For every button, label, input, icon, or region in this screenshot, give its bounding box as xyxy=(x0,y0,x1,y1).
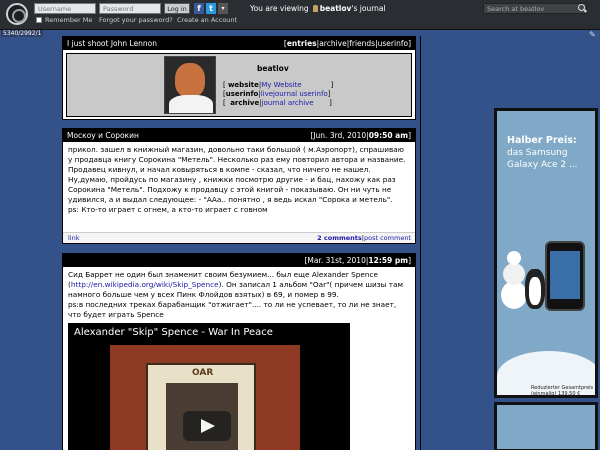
ad-price-note: Reduzierter Gesamtpreis (einmalig) 139,5… xyxy=(531,385,594,397)
journal-header-bar: I just shoot John Lennon [entries|archiv… xyxy=(63,37,415,50)
video-title[interactable]: Alexander "Skip" Spence - War In Peace xyxy=(74,327,273,338)
entry-date-text: [Mar. 31st, 2010| xyxy=(304,256,369,265)
viewing-notice: You are viewing beatlov's journal xyxy=(250,4,386,13)
entry-header: [Mar. 31st, 2010|12:59 pm] xyxy=(63,254,415,267)
nav-userinfo[interactable]: userinfo xyxy=(378,39,408,48)
entry-ps: ps:в последних треках барабанщик "отжига… xyxy=(68,300,397,319)
entry-time: 09:50 am xyxy=(368,131,409,140)
username-input[interactable]: Username xyxy=(34,3,96,14)
userpic xyxy=(164,56,216,114)
nav-friends[interactable]: friends xyxy=(349,39,375,48)
viewing-prefix: You are viewing xyxy=(250,4,309,13)
journal-name: beatlov xyxy=(257,64,289,73)
facebook-icon[interactable]: f xyxy=(194,3,204,14)
nav-archive[interactable]: archive xyxy=(319,39,347,48)
entry-footer: link 2 comments|post comment xyxy=(63,232,415,243)
comments-link[interactable]: 2 comments xyxy=(317,234,362,242)
post-comment-link[interactable]: post comment xyxy=(364,234,411,242)
ad-subline: das Samsung Galaxy Ace 2 ... xyxy=(507,148,578,170)
search-icon[interactable] xyxy=(578,4,585,11)
archive-row: [ archive|journal archive ] xyxy=(223,99,332,107)
userinfo-row: [userinfo|livejournal userinfo] xyxy=(223,90,331,98)
viewing-user-link[interactable]: beatlov xyxy=(320,4,352,13)
website-link[interactable]: My Website xyxy=(261,81,301,89)
forgot-password-link[interactable]: Forgot your password? xyxy=(99,16,173,24)
archive-link[interactable]: journal archive xyxy=(262,99,314,107)
userinfo-label: userinfo xyxy=(225,90,259,98)
entry-ps: ps: Кто-то играет с огнем, а кто-то игра… xyxy=(68,205,268,214)
nav-entries[interactable]: entries xyxy=(287,39,317,48)
entry-header: Москоу и Сорокин [Jun. 3rd, 2010|09:50 a… xyxy=(63,129,415,142)
entry-time: 12:59 pm xyxy=(368,256,409,265)
password-input[interactable]: Password xyxy=(99,3,161,14)
column-divider xyxy=(420,36,421,450)
userinfo-link[interactable]: livejournal userinfo xyxy=(261,90,328,98)
advertisement-banner[interactable]: Halber Preis: das Samsung Galaxy Ace 2 .… xyxy=(494,108,598,398)
archive-label: archive xyxy=(230,99,260,107)
journal-entry: Москоу и Сорокин [Jun. 3rd, 2010|09:50 a… xyxy=(62,128,416,244)
entry-text: прикол. зашел в книжный магазин, довольн… xyxy=(68,145,406,204)
viewing-suffix: 's journal xyxy=(351,4,386,13)
user-icon[interactable] xyxy=(312,5,318,12)
create-account-link[interactable]: Create an Account xyxy=(177,16,237,24)
remember-me-label: Remember Me xyxy=(45,16,93,24)
phone-illustration xyxy=(545,241,585,311)
entry-date: [Mar. 31st, 2010|12:59 pm] xyxy=(304,254,411,267)
entry-date-close: ] xyxy=(408,131,411,140)
top-bar: Username Password Log in f t ▾ Remember … xyxy=(0,0,600,30)
journal-nav: [entries|archive|friends|userinfo] xyxy=(283,39,411,48)
wikipedia-link[interactable]: http://en.wikipedia.org/wiki/Skip_Spence xyxy=(71,280,219,289)
penguin-illustration xyxy=(525,269,545,309)
twitter-icon[interactable]: t xyxy=(206,3,216,14)
login-button[interactable]: Log in xyxy=(164,3,190,14)
visit-counter: 5340/2992/1 xyxy=(1,30,44,37)
album-label: OAR xyxy=(192,368,214,378)
website-label: website xyxy=(227,81,259,89)
entry-link[interactable]: link xyxy=(68,234,80,242)
entry-date-close: ] xyxy=(408,256,411,265)
play-icon[interactable] xyxy=(183,411,231,441)
pencil-icon[interactable]: ✎ xyxy=(589,30,596,39)
entry-date-text: [Jun. 3rd, 2010| xyxy=(310,131,369,140)
snowman-illustration xyxy=(501,251,527,311)
video-player[interactable]: OAR Alexander "Skip" Spence - War In Pea… xyxy=(68,323,350,450)
entry-subject[interactable]: Москоу и Сорокин xyxy=(67,131,139,140)
remember-me-checkbox[interactable] xyxy=(36,17,42,23)
journal-header: I just shoot John Lennon [entries|archiv… xyxy=(62,36,416,120)
journal-entry: [Mar. 31st, 2010|12:59 pm] Сид Баррет не… xyxy=(62,253,416,450)
website-row: [ website|My Website ] xyxy=(223,81,334,89)
entry-comment-links: 2 comments|post comment xyxy=(317,234,411,242)
journal-info-panel: beatlov [ website|My Website ] [userinfo… xyxy=(66,53,412,117)
entry-body: прикол. зашел в книжный магазин, довольн… xyxy=(63,142,415,218)
ad-headline: Halber Preis: xyxy=(507,135,577,146)
chevron-down-icon[interactable]: ▾ xyxy=(218,3,228,14)
journal-title: I just shoot John Lennon xyxy=(67,39,158,48)
search-input[interactable]: Search at beatlov xyxy=(483,3,587,14)
livejournal-logo-icon[interactable] xyxy=(6,3,28,25)
entry-date: [Jun. 3rd, 2010|09:50 am] xyxy=(310,129,411,142)
entry-body: Сид Баррет не один был знаменит своим бе… xyxy=(63,267,415,323)
phone-screen xyxy=(550,251,580,299)
advertisement-banner-second[interactable] xyxy=(494,402,598,450)
